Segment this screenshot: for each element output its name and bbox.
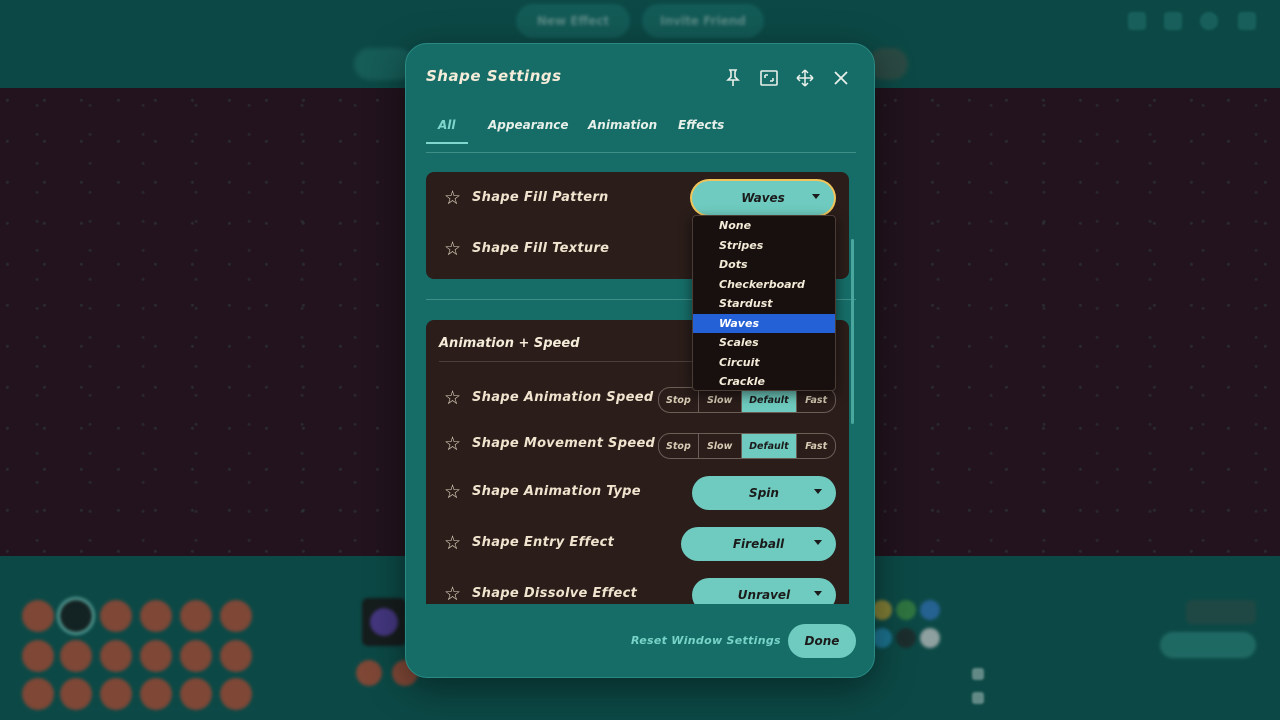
fill-pattern-dropdown-list: None Stripes Dots Checkerboard Stardust … <box>692 215 836 391</box>
speed-option-default[interactable]: Default <box>741 388 798 412</box>
fill-pattern-label: Shape Fill Pattern <box>472 190 609 205</box>
speed-option-default[interactable]: Default <box>741 434 798 458</box>
chevron-down-icon <box>814 540 822 545</box>
dropdown-option-checkerboard[interactable]: Checkerboard <box>693 275 835 295</box>
chevron-down-icon <box>814 591 822 596</box>
dropdown-option-circuit[interactable]: Circuit <box>693 353 835 373</box>
scrollbar[interactable] <box>851 239 854 424</box>
movement-speed-segmented: Stop Slow Default Fast <box>658 433 836 459</box>
dissolve-effect-row: ☆ Shape Dissolve Effect Unravel <box>426 575 849 604</box>
dropdown-option-stripes[interactable]: Stripes <box>693 236 835 256</box>
fill-pattern-row: ☆ Shape Fill Pattern Waves <box>426 179 849 219</box>
dissolve-effect-label: Shape Dissolve Effect <box>472 586 638 601</box>
favorite-star-icon[interactable]: ☆ <box>444 584 464 604</box>
tab-animation[interactable]: Animation <box>588 118 657 142</box>
animation-type-value: Spin <box>749 486 779 500</box>
entry-effect-select[interactable]: Fireball <box>681 527 836 561</box>
favorite-star-icon[interactable]: ☆ <box>444 434 464 454</box>
dissolve-effect-select[interactable]: Unravel <box>692 578 836 604</box>
favorite-star-icon[interactable]: ☆ <box>444 239 464 259</box>
fill-pattern-select[interactable]: Waves <box>692 181 834 215</box>
speed-option-fast[interactable]: Fast <box>797 388 835 412</box>
speed-option-fast[interactable]: Fast <box>797 434 835 458</box>
animation-type-row: ☆ Shape Animation Type Spin <box>426 473 849 513</box>
dropdown-option-none[interactable]: None <box>693 216 835 236</box>
move-icon[interactable] <box>795 68 815 88</box>
speed-option-stop[interactable]: Stop <box>659 434 699 458</box>
dropdown-option-scales[interactable]: Scales <box>693 333 835 353</box>
tab-appearance[interactable]: Appearance <box>488 118 569 142</box>
animation-type-label: Shape Animation Type <box>472 484 641 499</box>
entry-effect-label: Shape Entry Effect <box>472 535 615 550</box>
speed-option-slow[interactable]: Slow <box>699 434 742 458</box>
chevron-down-icon <box>814 489 822 494</box>
done-button[interactable]: Done <box>788 624 856 658</box>
favorite-star-icon[interactable]: ☆ <box>444 482 464 502</box>
pin-icon[interactable] <box>723 68 743 88</box>
dropdown-option-crackle[interactable]: Crackle <box>693 372 835 390</box>
reset-window-settings-link[interactable]: Reset Window Settings <box>631 634 781 647</box>
dialog-title: Shape Settings <box>426 67 562 85</box>
entry-effect-row: ☆ Shape Entry Effect Fireball <box>426 524 849 564</box>
chevron-down-icon <box>812 194 820 199</box>
dropdown-option-waves[interactable]: Waves <box>693 313 835 333</box>
animation-type-select[interactable]: Spin <box>692 476 836 510</box>
close-icon[interactable] <box>831 68 851 88</box>
animation-speed-label: Shape Animation Speed <box>472 390 654 405</box>
dropdown-option-dots[interactable]: Dots <box>693 255 835 275</box>
movement-speed-label: Shape Movement Speed <box>472 436 656 451</box>
entry-effect-value: Fireball <box>732 537 785 551</box>
tab-all[interactable]: All <box>426 118 468 144</box>
section-title: Animation + Speed <box>439 336 580 351</box>
tab-effects[interactable]: Effects <box>678 118 724 142</box>
window-fit-icon[interactable] <box>759 68 779 88</box>
favorite-star-icon[interactable]: ☆ <box>444 533 464 553</box>
speed-option-stop[interactable]: Stop <box>659 388 699 412</box>
tab-bar: All Appearance Animation Effects <box>426 116 856 153</box>
speed-option-slow[interactable]: Slow <box>699 388 742 412</box>
favorite-star-icon[interactable]: ☆ <box>444 188 464 208</box>
dissolve-effect-value: Unravel <box>737 588 791 602</box>
dropdown-option-stardust[interactable]: Stardust <box>693 294 835 314</box>
favorite-star-icon[interactable]: ☆ <box>444 388 464 408</box>
fill-pattern-value: Waves <box>741 191 785 205</box>
fill-texture-label: Shape Fill Texture <box>472 241 610 256</box>
movement-speed-row: ☆ Shape Movement Speed Stop Slow Default… <box>426 425 849 465</box>
